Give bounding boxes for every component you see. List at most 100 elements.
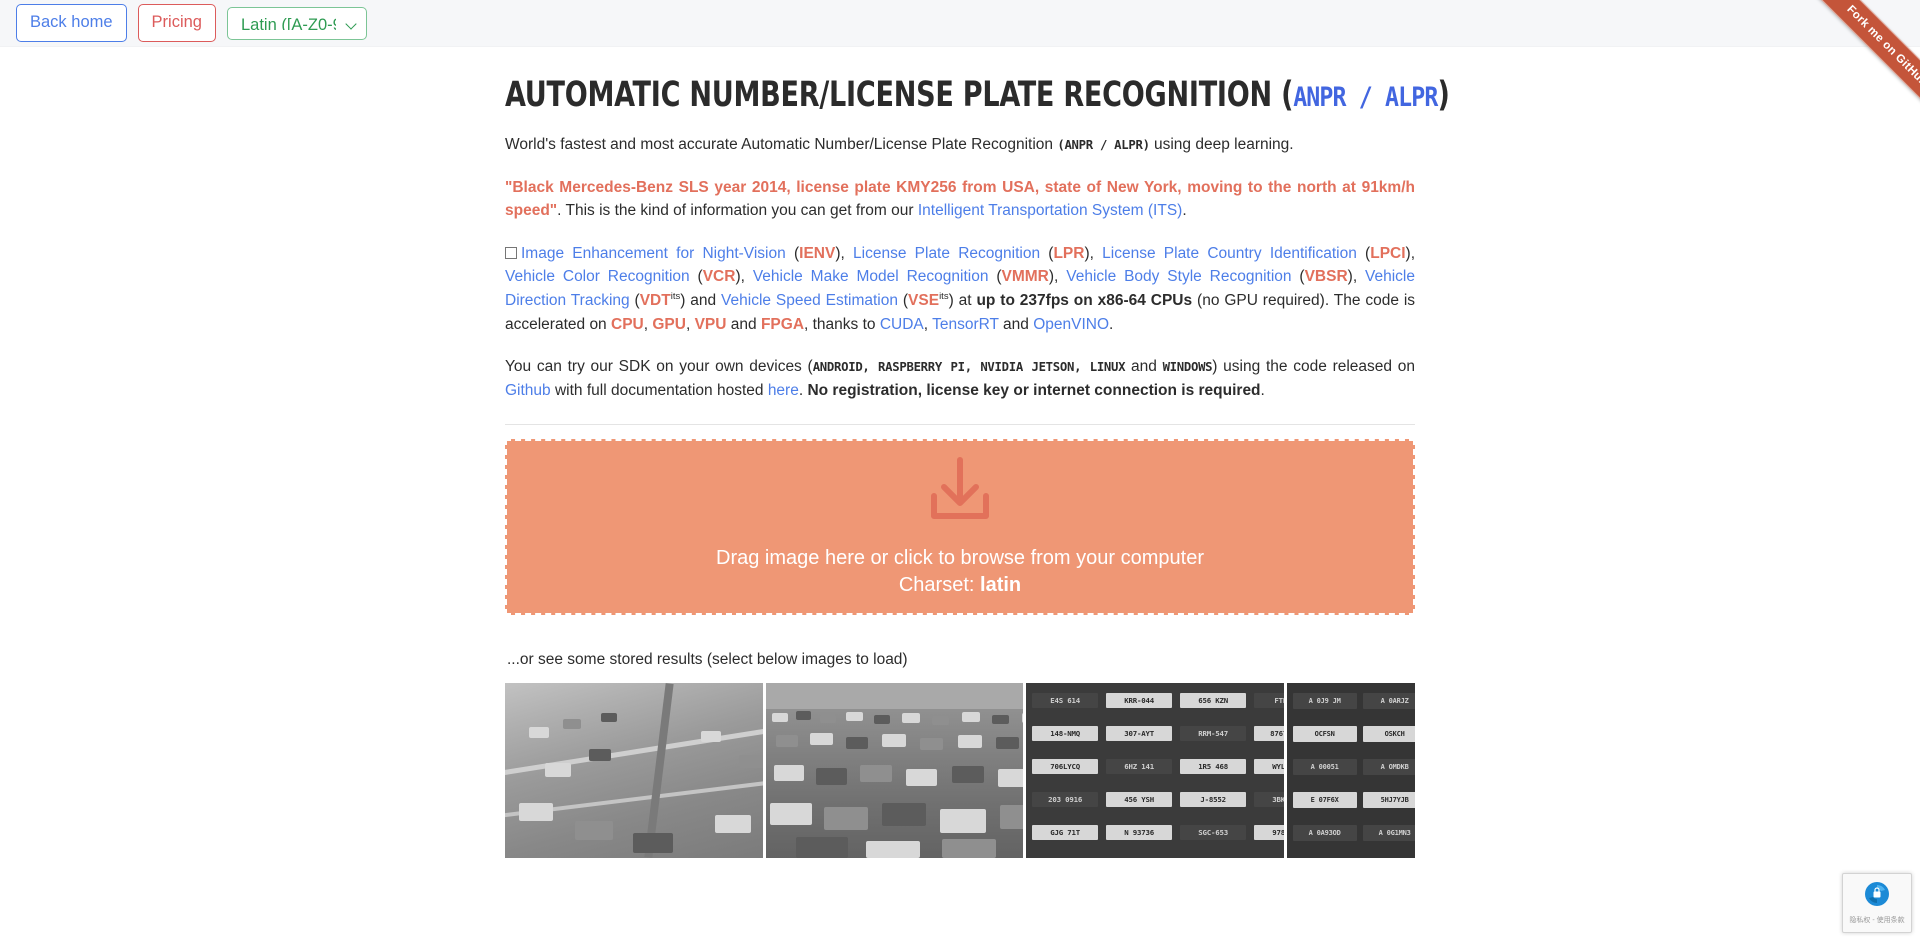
plate-item: J-8552 [1180,792,1247,808]
recaptcha-terms-text: 隐私权 - 使用条款 [1849,917,1905,924]
plate-item: A 0ARJZ [1362,693,1415,710]
plate-item: GJG 71T [1032,825,1099,841]
plate-item: 148-NMQ [1032,726,1099,742]
car [545,763,571,778]
sdk-text-e: . [1260,381,1265,399]
car [795,711,811,721]
car [881,803,926,827]
car [919,738,943,751]
plate-item: 706LYCQ [1032,759,1099,775]
feature-link-lpr[interactable]: License Plate Recognition [853,245,1040,262]
highway-traffic-thumbnail[interactable] [505,683,763,859]
plate-item: RRM-547 [1180,726,1247,742]
content-divider [505,424,1415,426]
lib-link-tensorrt[interactable]: TensorRT [932,316,999,333]
accel-vpu: VPU [694,315,727,333]
download-arrow-icon [922,456,998,527]
plate-item: OSKCH [1362,726,1415,743]
plates-grid: E4S 614 KRR-044 656 KZN FTH515 148-NMQ 307-AY… [1026,683,1284,858]
car [773,765,804,782]
its-link[interactable]: Intelligent Transportation System (ITS) [918,202,1182,219]
plate-item: 978 BFK [1254,825,1284,841]
feature-abbr-vmmr: VMMR [1001,268,1049,286]
dropzone-charset-value: latin [980,573,1022,596]
feature-abbr-ienv: IENV [799,244,836,262]
car [701,731,721,743]
ribbon-label: Fork me on GitHub [1844,3,1920,89]
car [845,712,863,722]
page-title-main: Automatic Number/License Plate Recogniti… [505,75,1294,115]
lib-link-openvino[interactable]: OpenVINO [1033,316,1109,333]
car [941,839,996,859]
feature-link-vcr[interactable]: Vehicle Color Recognition [505,268,690,285]
lib-link-cuda[interactable]: CUDA [880,316,924,333]
car [905,769,937,787]
image-dropzone[interactable]: Drag image here or click to browse from … [505,439,1415,616]
plate-item: N 93736 [1106,825,1173,841]
car [997,769,1024,788]
plate-item: KRR-044 [1106,693,1173,709]
plate-item: 456 YSH [1106,792,1173,808]
page-title-close: ) [1437,75,1450,115]
back-home-button[interactable]: Back home [16,4,127,42]
pricing-button[interactable]: Pricing [137,4,216,42]
plate-item: 87675-JY [1254,726,1284,742]
car [995,737,1019,750]
car [865,841,920,859]
feature-abbr-lpr: LPR [1053,244,1085,262]
sdk-devices: ANDROID, RASPBERRY PI, NVIDIA JETSON, LI… [812,360,1126,375]
car [563,719,581,730]
accel-cpu: CPU [611,315,644,333]
license-plates-grid-thumbnail[interactable]: E4S 614 KRR-044 656 KZN FTH515 148-NMQ 307-AY… [1026,683,1284,859]
quote-after-b: . [1182,202,1187,220]
features-checkbox[interactable] [505,246,517,259]
plate-item: 3BK-045 [1254,792,1284,808]
plate-item: E 07F6X [1292,792,1357,809]
intro-text-b: using deep learning. [1149,136,1294,154]
at-word: at [953,291,977,309]
car [771,713,788,723]
car [873,715,890,725]
sdk-paragraph: You can try our SDK on your own devices … [505,355,1415,402]
ribbon-band[interactable]: Fork me on GitHub [1802,0,1920,131]
plate-item: 203 0916 [1032,792,1099,808]
license-plates-closeup-thumbnail[interactable]: A 0J9 JM A 0ARJZ OCFSN OSKCH A 00051 A OMDKB E… [1286,683,1415,859]
dense-traffic-thumbnail[interactable] [765,683,1024,859]
intro-text-a: World's fastest and most accurate Automa… [505,136,1058,154]
car [809,733,833,746]
plate-item: 656 KZN [1180,693,1247,709]
car [519,803,553,822]
plate-item: 1R5 468 [1180,759,1247,775]
no-registration-note: No registration, license key or internet… [807,381,1261,399]
car [845,737,868,750]
docs-here-link[interactable]: here [768,382,799,399]
anpr-alpr-mono: (ANPR / ALPR) [1057,138,1150,153]
feature-link-vmmr[interactable]: Vehicle Make Model Recognition [753,268,989,285]
accel-fpga: FPGA [760,315,805,333]
fork-me-on-github-ribbon[interactable]: Fork me on GitHub [1770,0,1920,150]
car [991,715,1009,725]
plate-item: SGC-653 [1180,825,1247,841]
feature-link-vse[interactable]: Vehicle Speed Estimation [721,292,898,309]
feature-abbr-vdt: VDT [639,291,671,309]
feature-abbr-vbsr: VBSR [1304,268,1348,286]
recaptcha-badge[interactable]: 隐私权 - 使用条款 [1842,873,1912,933]
feature-sup-vdt: its [670,290,681,302]
github-link[interactable]: Github [505,382,551,399]
car [957,735,982,749]
plate-item: 307-AYT [1106,726,1173,742]
plate-item: WYL-17J [1254,759,1284,775]
car [1021,713,1024,724]
feature-abbr-lpci: LPCI [1370,244,1406,262]
car [775,735,798,748]
plate-item: A 0J9 JM [1292,693,1357,710]
plate-item: 5HJ7YJB [1362,792,1415,809]
recaptcha-icon [1862,879,1892,914]
feature-link-lpci[interactable]: License Plate Country Identification [1102,245,1357,262]
car [823,807,868,831]
and-word-2: and [730,315,757,333]
feature-link-ienv[interactable]: Image Enhancement for Night-Vision [521,245,786,262]
charset-select[interactable]: Latin ([A-Z0-9]) [226,6,367,40]
sdk-devices-last: WINDOWS [1162,360,1213,375]
feature-link-vbsr[interactable]: Vehicle Body Style Recognition [1066,268,1291,285]
